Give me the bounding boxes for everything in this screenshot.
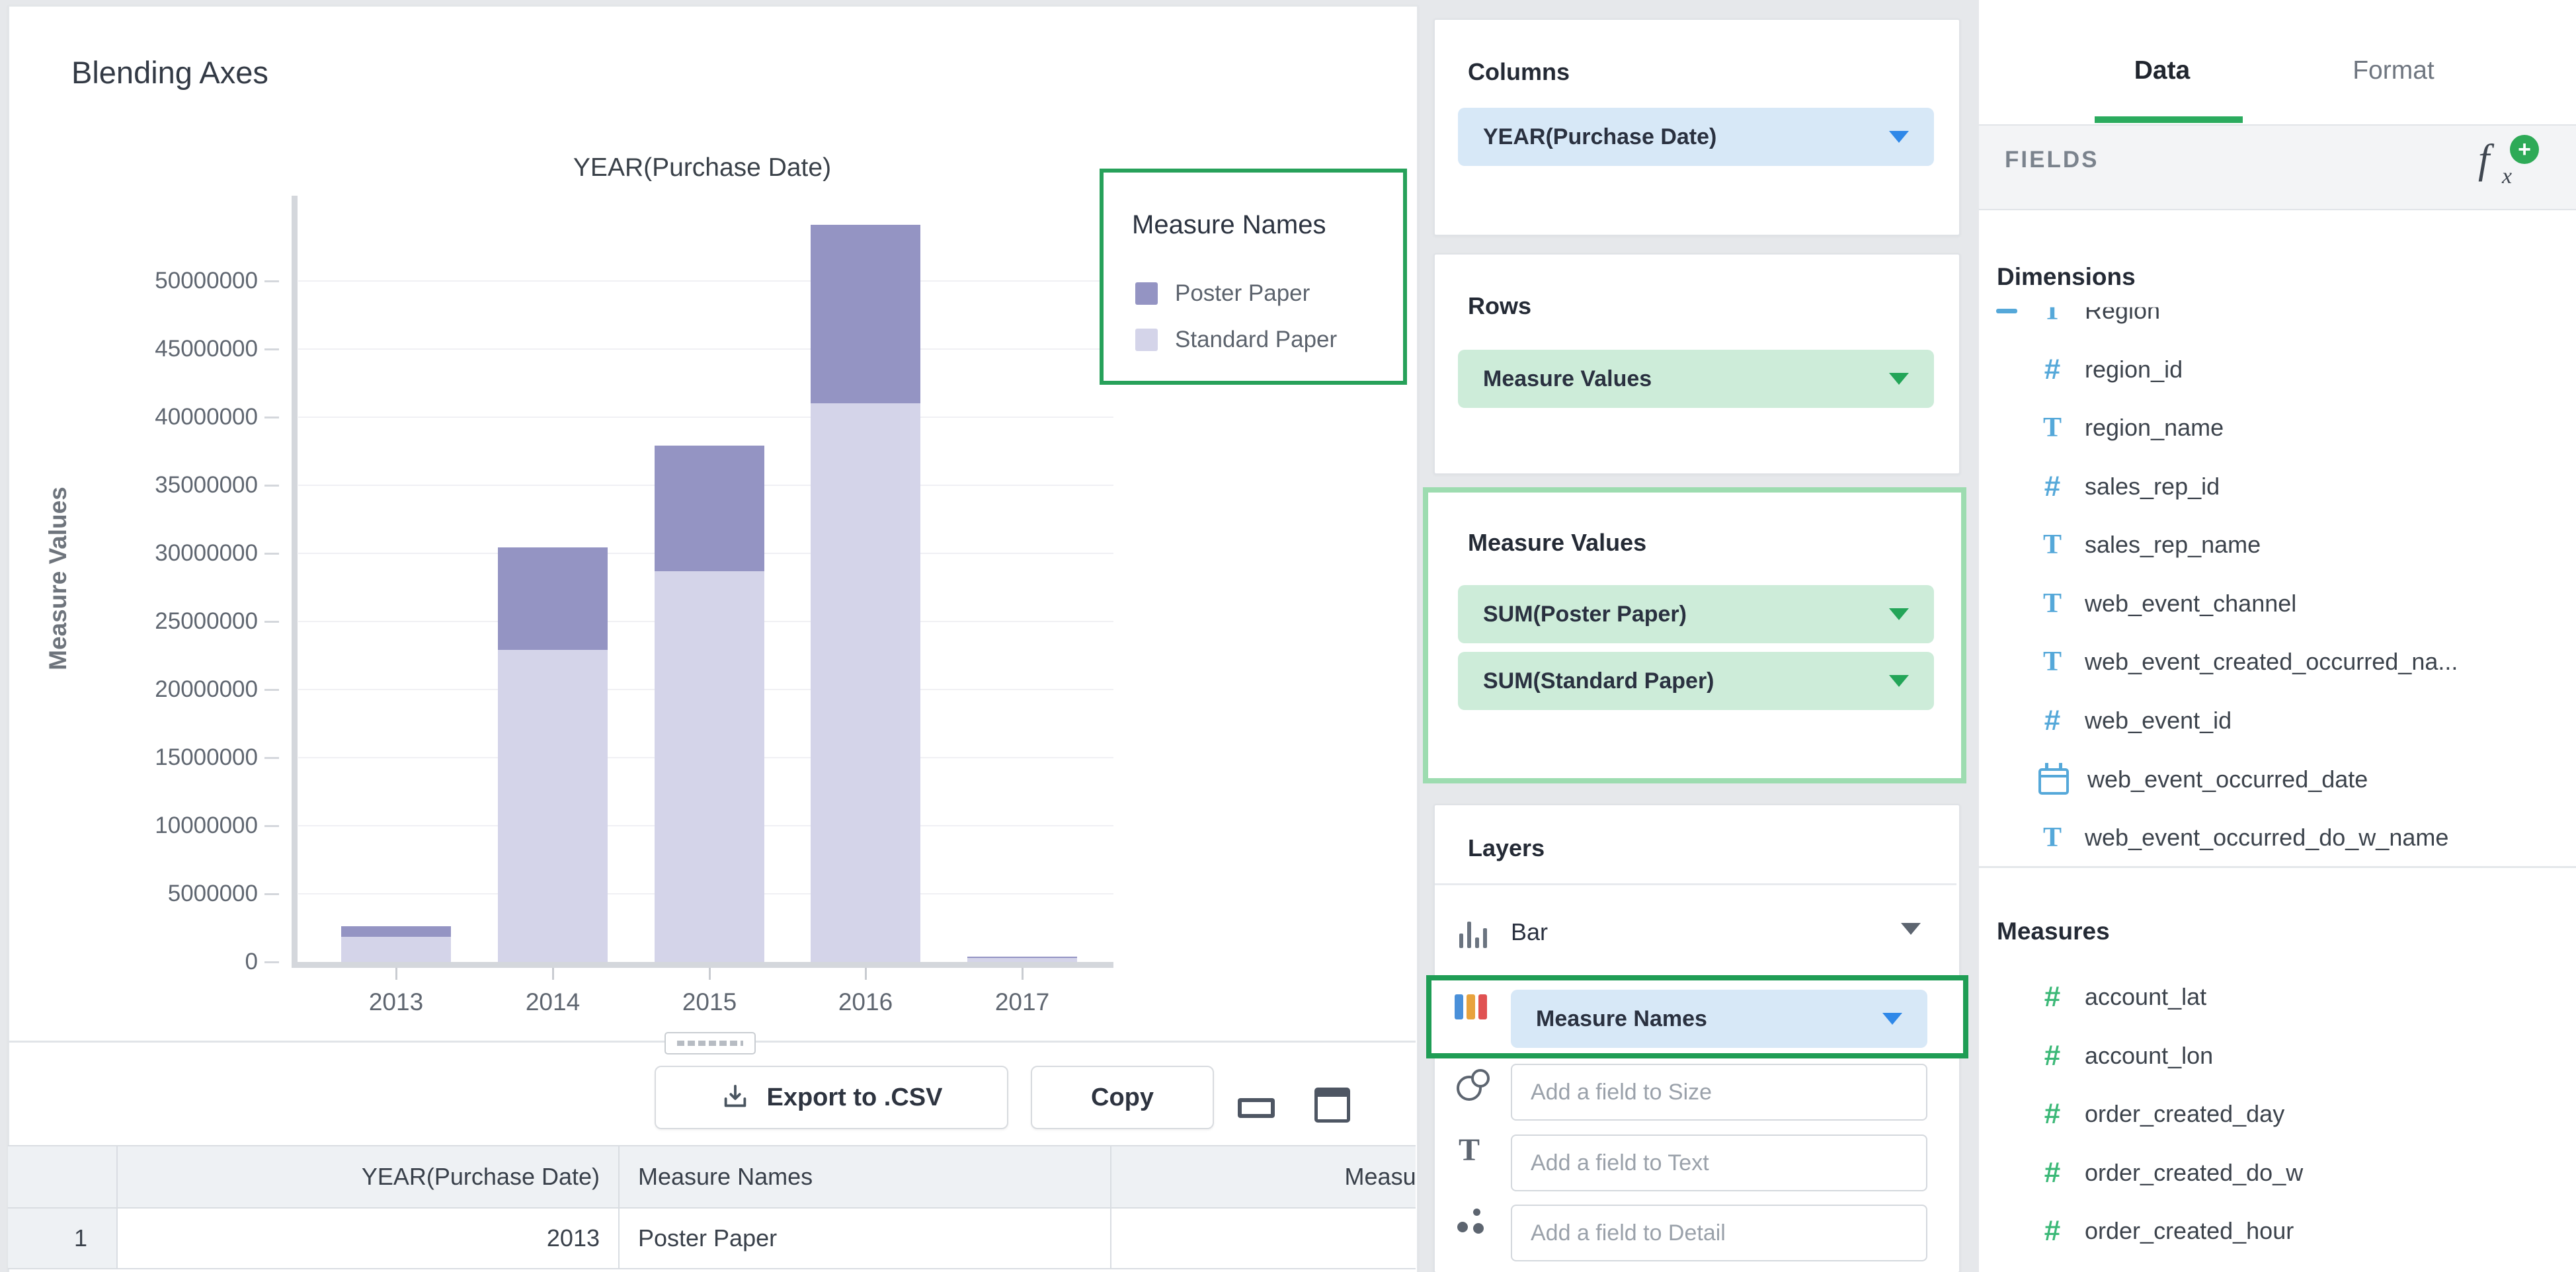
- field-label: account_lon: [2085, 1042, 2213, 1070]
- number-icon: #: [2036, 1214, 2069, 1248]
- measures-list: # account_lat # account_lon # order_created_d…: [0, 0, 2576, 1272]
- field-label: order_created_hour: [2085, 1217, 2294, 1245]
- number-icon: #: [2036, 1156, 2069, 1189]
- field-item-partial[interactable]: #: [1980, 1261, 2575, 1272]
- field-label: order_created_do_w: [2085, 1159, 2303, 1187]
- field-label: account_lat: [2085, 983, 2206, 1011]
- field-item-order_created_do_w[interactable]: # order_created_do_w: [1980, 1144, 2575, 1202]
- field-label: order_created_day: [2085, 1100, 2284, 1128]
- number-icon: #: [2036, 980, 2069, 1014]
- field-item-account_lon[interactable]: # account_lon: [1980, 1027, 2575, 1085]
- number-icon: #: [2036, 1039, 2069, 1072]
- app-window: Blending Axes YEAR(Purchase Date) Measur…: [0, 0, 2576, 1272]
- number-icon: #: [2036, 1097, 2069, 1131]
- field-item-order_created_hour[interactable]: # order_created_hour: [1980, 1202, 2575, 1260]
- field-item-account_lat[interactable]: # account_lat: [1980, 968, 2575, 1026]
- field-item-order_created_day[interactable]: # order_created_day: [1980, 1085, 2575, 1143]
